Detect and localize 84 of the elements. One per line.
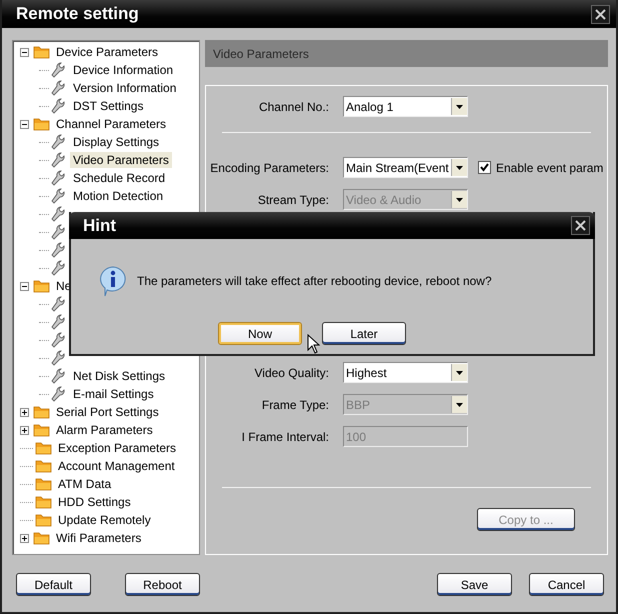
collapse-icon[interactable] bbox=[20, 120, 29, 128]
field-label: Stream Type: bbox=[256, 192, 329, 206]
wrench-icon bbox=[51, 98, 65, 114]
checkbox-label: Enable event param bbox=[496, 160, 604, 174]
wrench-icon bbox=[51, 368, 65, 384]
cursor-icon bbox=[307, 334, 320, 354]
checkbox[interactable] bbox=[478, 161, 491, 174]
wrench-icon bbox=[51, 152, 65, 168]
wrench-icon bbox=[51, 260, 65, 276]
expand-icon[interactable] bbox=[20, 426, 29, 434]
panel-title: Video Parameters bbox=[213, 46, 309, 60]
wrench-icon bbox=[51, 224, 65, 240]
wrench-icon bbox=[51, 134, 65, 150]
tree-item[interactable]: Device Information bbox=[70, 62, 176, 78]
field-label: I Frame Interval: bbox=[240, 430, 329, 444]
folder-icon bbox=[33, 531, 50, 545]
wrench-icon bbox=[51, 80, 65, 96]
tree-item[interactable]: Version Information bbox=[70, 80, 180, 96]
dialog-button[interactable]: Later bbox=[322, 322, 406, 345]
tree-item[interactable]: Display Settings bbox=[70, 134, 162, 150]
dropdown-arrow-icon bbox=[456, 198, 463, 202]
dropdown-arrow-icon bbox=[456, 370, 463, 374]
footer-button[interactable]: Cancel bbox=[529, 573, 604, 596]
collapse-icon[interactable] bbox=[20, 282, 29, 290]
tree-item[interactable]: Update Remotely bbox=[55, 512, 154, 528]
dialog-title: Hint bbox=[83, 216, 116, 236]
folder-icon bbox=[35, 495, 52, 509]
field-label: Frame Type: bbox=[260, 398, 329, 412]
dropdown-arrow-icon bbox=[456, 402, 463, 406]
close-button[interactable] bbox=[571, 216, 590, 235]
wrench-icon bbox=[51, 206, 65, 222]
tree-item[interactable]: Serial Port Settings bbox=[53, 404, 162, 420]
field-label: Video Quality: bbox=[254, 366, 329, 380]
field-label: Encoding Parameters: bbox=[209, 160, 329, 174]
tree-item[interactable]: HDD Settings bbox=[55, 494, 134, 510]
tree-item[interactable]: ATM Data bbox=[55, 476, 114, 492]
tree-item[interactable]: DST Settings bbox=[70, 98, 146, 114]
folder-icon bbox=[33, 117, 50, 131]
folder-icon bbox=[35, 441, 52, 455]
dropdown[interactable]: Main Stream(Event bbox=[343, 157, 468, 178]
tree-item[interactable]: Device Parameters bbox=[53, 44, 162, 60]
tree-item[interactable]: Account Management bbox=[55, 458, 178, 474]
wrench-icon bbox=[51, 62, 65, 78]
folder-icon bbox=[33, 405, 50, 419]
dialog-message: The parameters will take effect after rebooting device, reboot now? bbox=[137, 274, 492, 288]
window-title: Remote setting bbox=[16, 4, 139, 24]
footer-button[interactable]: Default bbox=[16, 573, 91, 596]
close-icon bbox=[595, 8, 606, 20]
tree-item[interactable]: Video Parameters bbox=[70, 152, 172, 168]
tree-item[interactable]: Exception Parameters bbox=[55, 440, 180, 456]
wrench-icon bbox=[51, 350, 65, 366]
tree-item[interactable]: E-mail Settings bbox=[70, 386, 157, 402]
dropdown-arrow-icon bbox=[456, 166, 463, 170]
tree-item[interactable]: Net Disk Settings bbox=[70, 368, 168, 384]
dropdown[interactable]: Highest bbox=[343, 362, 468, 383]
footer-button[interactable]: Save bbox=[437, 573, 512, 596]
field-label: Channel No.: bbox=[258, 100, 329, 114]
tree-item[interactable]: Schedule Record bbox=[70, 170, 168, 186]
wrench-icon bbox=[51, 296, 65, 312]
wrench-icon bbox=[51, 386, 65, 402]
wrench-icon bbox=[51, 332, 65, 348]
wrench-icon bbox=[51, 242, 65, 258]
wrench-icon bbox=[51, 170, 65, 186]
tree-item[interactable]: Channel Parameters bbox=[53, 116, 170, 132]
folder-icon bbox=[35, 477, 52, 491]
collapse-icon[interactable] bbox=[20, 48, 29, 56]
folder-icon bbox=[33, 45, 50, 59]
folder-icon bbox=[33, 279, 50, 293]
dropdown[interactable]: Analog 1 bbox=[343, 96, 468, 117]
folder-icon bbox=[35, 459, 52, 473]
dialog-button[interactable]: Now bbox=[218, 322, 302, 345]
tree-item[interactable]: Wifi Parameters bbox=[53, 530, 144, 546]
dropdown-arrow-icon bbox=[456, 104, 463, 108]
expand-icon[interactable] bbox=[20, 534, 29, 542]
footer-button[interactable]: Reboot bbox=[125, 573, 200, 596]
tree-item[interactable]: Alarm Parameters bbox=[53, 422, 156, 438]
folder-icon bbox=[35, 513, 52, 527]
tree-item[interactable]: Motion Detection bbox=[70, 188, 166, 204]
wrench-icon bbox=[51, 188, 65, 204]
expand-icon[interactable] bbox=[20, 408, 29, 416]
folder-icon bbox=[33, 423, 50, 437]
close-button[interactable] bbox=[591, 4, 610, 24]
wrench-icon bbox=[51, 314, 65, 330]
close-icon bbox=[575, 220, 586, 231]
